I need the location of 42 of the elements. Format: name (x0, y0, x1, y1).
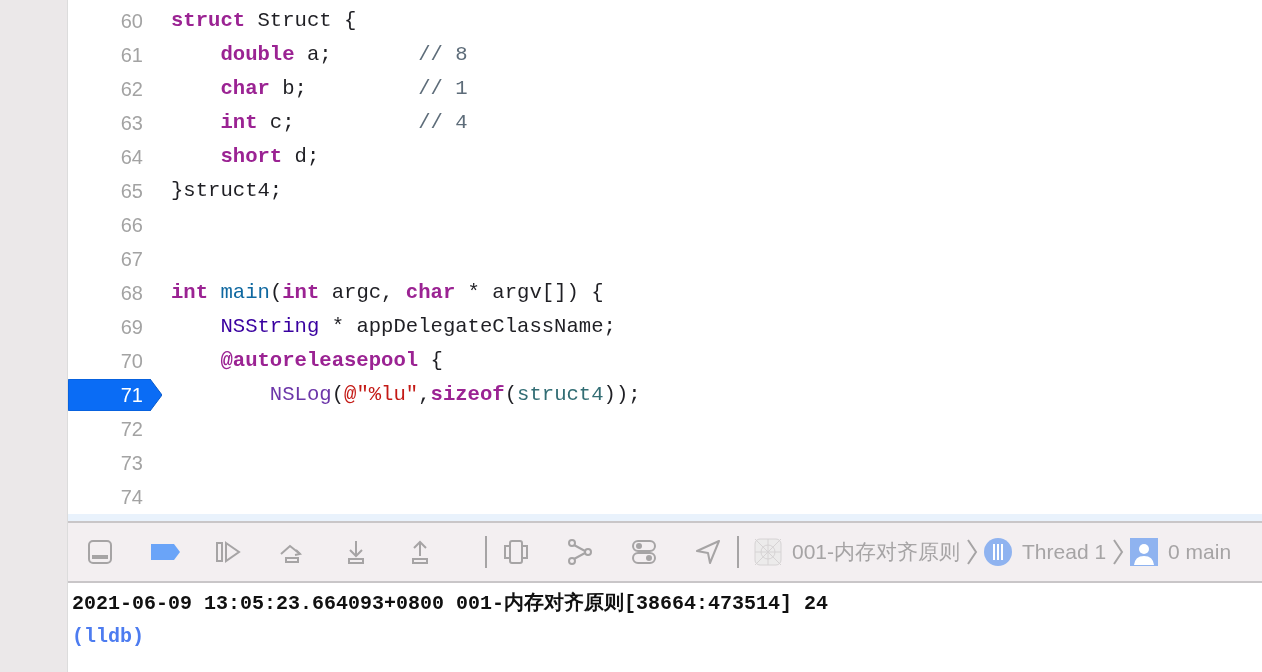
console-output: 2021-06-09 13:05:23.664093+0800 001-内存对齐原则[38664:473514] 24 (72, 590, 830, 617)
console-toggle-icon[interactable] (86, 538, 114, 566)
line-number: 68 (120, 281, 143, 306)
memory-graph-icon[interactable] (566, 538, 594, 566)
user-icon (1130, 538, 1159, 566)
code-line: struct Struct { (170, 7, 357, 34)
line-number: 73 (120, 451, 143, 476)
code-line: short d; (219, 143, 320, 170)
line-number: 60 (120, 9, 143, 34)
breadcrumb-item[interactable]: 0 main (1168, 536, 1232, 568)
breakpoint-marker[interactable] (68, 379, 162, 411)
app-grid-icon (754, 538, 782, 566)
line-number: 74 (120, 485, 143, 510)
code-line: @autoreleasepool { (219, 347, 443, 374)
line-number: 70 (120, 349, 143, 374)
breadcrumb-item[interactable]: 001-内存对齐原则 (792, 536, 961, 568)
environment-overrides-icon[interactable] (630, 538, 658, 566)
line-number: 71 (120, 383, 143, 408)
code-line: double a; // 8 (219, 41, 468, 68)
chevron-icon (1112, 538, 1125, 566)
code-line: }struct4; (170, 177, 283, 204)
line-number: 69 (120, 315, 143, 340)
line-number: 65 (120, 179, 143, 204)
line-number: 67 (120, 247, 143, 272)
chevron-icon (966, 538, 979, 566)
line-number: 72 (120, 417, 143, 442)
breadcrumb-item[interactable]: Thread 1 (1022, 536, 1107, 568)
code-line: NSLog(@"%lu",sizeof(struct4)); (268, 381, 641, 408)
line-number: 62 (120, 77, 143, 102)
code-line: char b; // 1 (219, 75, 468, 102)
line-number: 66 (120, 213, 143, 238)
location-icon[interactable] (694, 538, 722, 566)
view-hierarchy-icon[interactable] (502, 538, 530, 566)
thread-icon (984, 538, 1013, 566)
code-line: NSString * appDelegateClassName; (219, 313, 616, 340)
line-number: 63 (120, 111, 143, 136)
code-line: int c; // 4 (219, 109, 468, 136)
console-prompt: (lldb) (72, 624, 145, 650)
continue-icon[interactable] (214, 538, 242, 566)
line-number: 64 (120, 145, 143, 170)
code-line: int main(int argc, char * argv[]) { (170, 279, 604, 306)
line-number: 61 (120, 43, 143, 68)
